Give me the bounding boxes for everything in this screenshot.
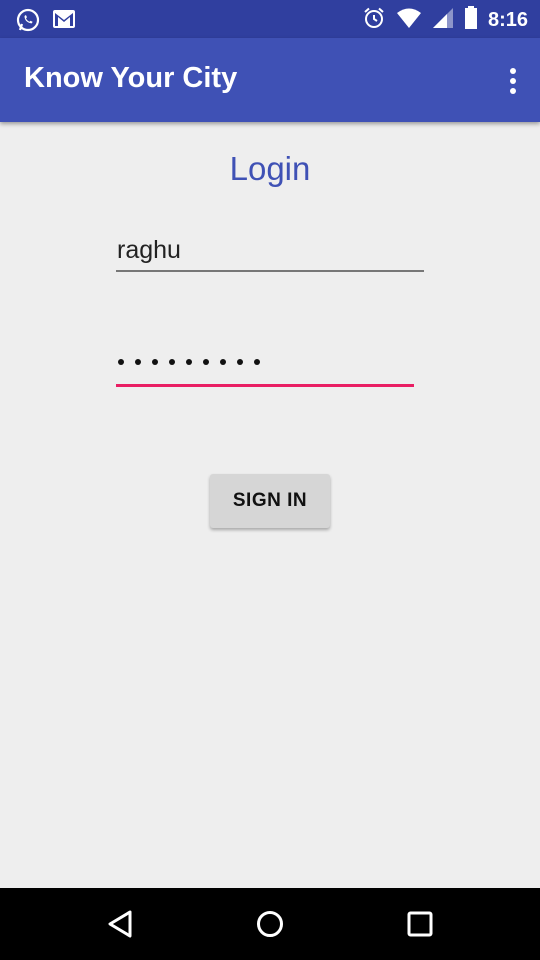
username-input[interactable]: raghu xyxy=(116,232,424,272)
gmail-icon xyxy=(52,8,76,36)
app-bar: Know Your City xyxy=(0,38,540,122)
navigation-bar xyxy=(0,888,540,960)
password-input[interactable] xyxy=(116,344,414,387)
alarm-icon xyxy=(362,6,386,34)
overflow-dot xyxy=(510,88,516,94)
wifi-icon xyxy=(396,7,422,33)
clock: 8:16 xyxy=(487,9,528,31)
password-dot xyxy=(152,359,158,365)
battery-icon xyxy=(464,6,478,34)
password-dot xyxy=(169,359,175,365)
back-icon[interactable] xyxy=(104,908,136,940)
more-vert-icon[interactable] xyxy=(508,68,518,94)
password-dot xyxy=(186,359,192,365)
password-mask xyxy=(118,350,260,374)
app-title: Know Your City xyxy=(24,62,238,94)
sign-in-button[interactable]: SIGN IN xyxy=(210,474,330,528)
password-dot xyxy=(203,359,209,365)
overflow-dot xyxy=(510,78,516,84)
signal-icon xyxy=(432,7,454,33)
login-heading: Login xyxy=(229,150,311,187)
password-dot xyxy=(118,359,124,365)
status-bar: 8:16 xyxy=(0,0,540,38)
password-dot xyxy=(135,359,141,365)
recents-icon[interactable] xyxy=(404,908,436,940)
password-dot xyxy=(220,359,226,365)
home-icon[interactable] xyxy=(254,908,286,940)
system-icons: 8:16 xyxy=(362,6,528,34)
notification-icons xyxy=(16,8,76,36)
password-dot xyxy=(237,359,243,365)
username-value: raghu xyxy=(117,236,181,264)
overflow-dot xyxy=(510,68,516,74)
password-dot xyxy=(254,359,260,365)
whatsapp-icon xyxy=(16,8,40,36)
